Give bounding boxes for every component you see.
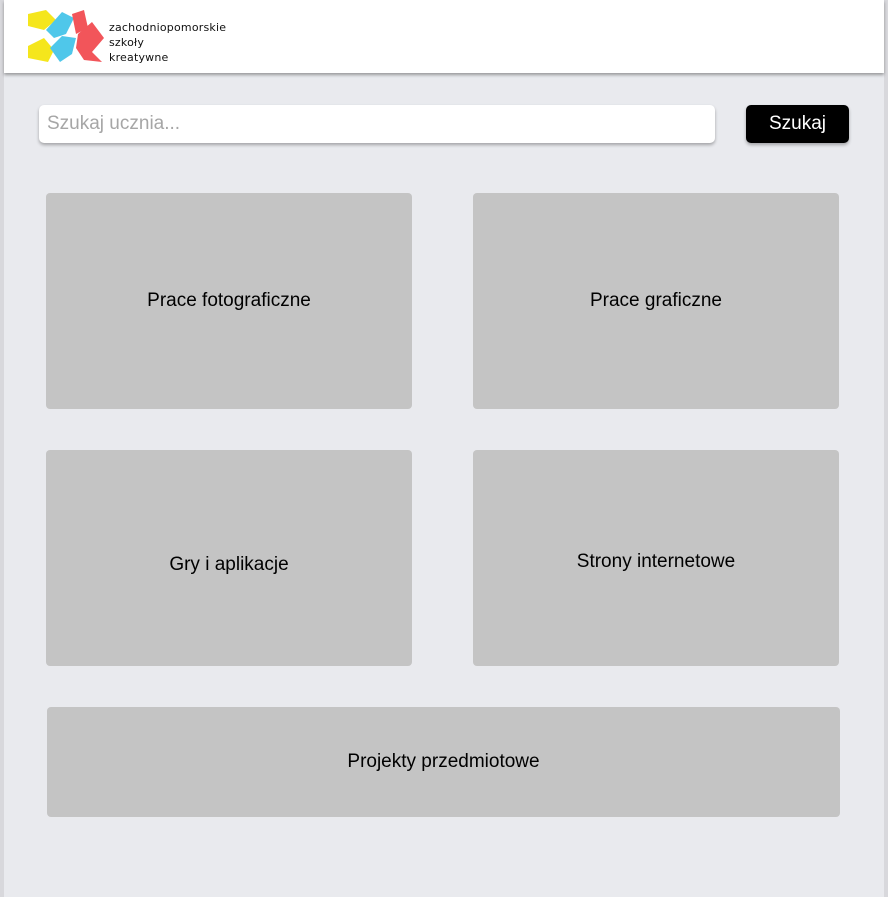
logo-wordmark: zachodniopomorskie szkoły kreatywne xyxy=(109,20,226,65)
category-label: Strony internetowe xyxy=(576,551,736,572)
category-tile-websites[interactable]: Strony internetowe xyxy=(473,450,839,666)
category-tile-graphics[interactable]: Prace graficzne xyxy=(473,193,839,409)
category-label: Projekty przedmiotowe xyxy=(347,751,540,772)
category-label: Prace fotograficzne xyxy=(147,290,311,311)
search-button[interactable]: Szukaj xyxy=(746,105,849,143)
zsk-logo-icon[interactable] xyxy=(26,8,106,64)
student-search-input[interactable] xyxy=(39,105,715,143)
category-tile-subject-projects[interactable]: Projekty przedmiotowe xyxy=(47,707,840,817)
logo-line-1: zachodniopomorskie xyxy=(109,21,227,34)
category-tile-photography[interactable]: Prace fotograficzne xyxy=(46,193,412,409)
logo-line-2: szkoły xyxy=(109,36,145,49)
category-label: Gry i aplikacje xyxy=(169,554,289,575)
logo-line-3: kreatywne xyxy=(109,51,169,64)
category-tile-games-apps[interactable]: Gry i aplikacje xyxy=(46,450,412,666)
top-header: zachodniopomorskie szkoły kreatywne xyxy=(4,0,884,73)
page: zachodniopomorskie szkoły kreatywne Szuk… xyxy=(0,0,888,897)
category-label: Prace graficzne xyxy=(589,290,722,311)
